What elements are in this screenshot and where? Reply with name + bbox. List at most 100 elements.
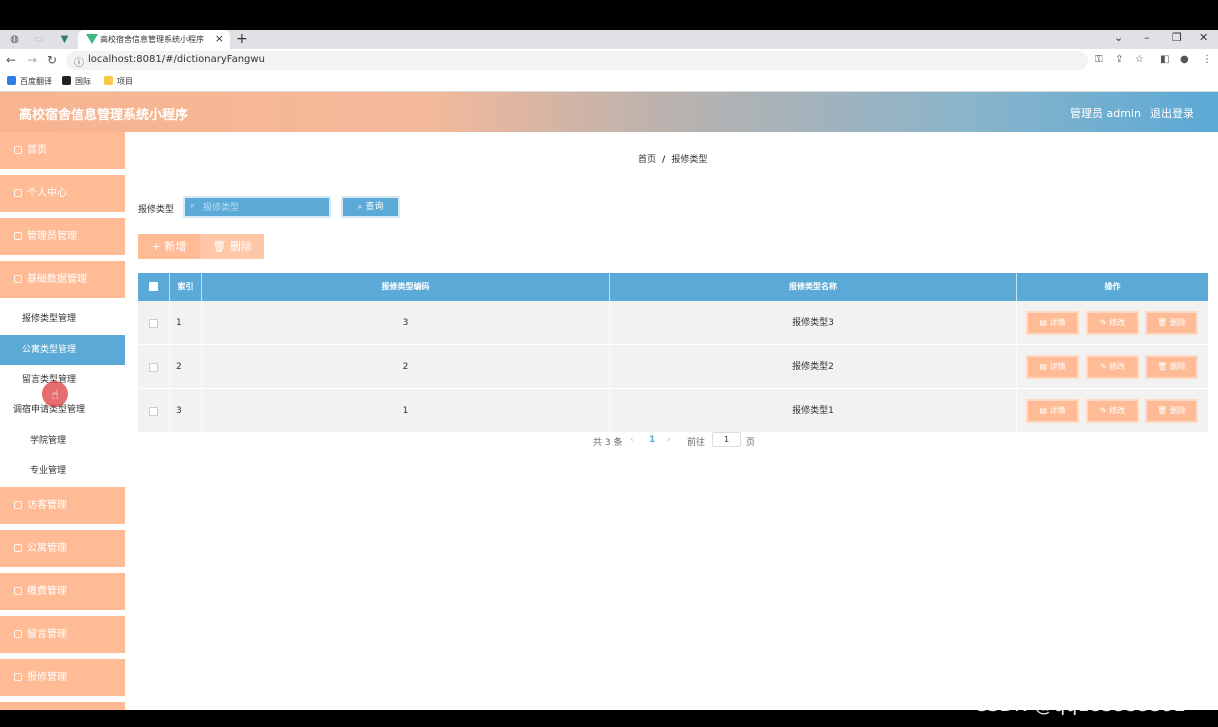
sidebar-item-major[interactable]: 专业管理: [0, 456, 125, 486]
col-code: 报修类型编码: [202, 273, 610, 301]
home-icon: [14, 146, 22, 154]
cell-index: 1: [170, 301, 202, 345]
tab-bar: ◍ ▭ ▼ 高校宿舍信息管理系统小程序 × + ⌄ – ❐ ✕: [0, 30, 1218, 49]
delete-button[interactable]: 🗑 删除: [1145, 399, 1198, 423]
detail-button[interactable]: ▤ 详情: [1026, 311, 1079, 335]
delete-button[interactable]: 🗑 删除: [1145, 311, 1198, 335]
search-field[interactable]: ⌕: [183, 196, 331, 218]
admin-icon: [14, 232, 22, 240]
menu-more[interactable]: [0, 702, 125, 710]
row-checkbox[interactable]: [149, 319, 158, 328]
hand-cursor-icon: ☝: [51, 388, 59, 403]
cell-index: 2: [170, 345, 202, 389]
bulk-delete-button[interactable]: 🗑 删除: [200, 234, 264, 259]
detail-button[interactable]: ▤ 详情: [1026, 355, 1079, 379]
logout-link[interactable]: 退出登录: [1150, 105, 1194, 121]
folder-icon: [104, 76, 113, 85]
sidebar-item-repair-type[interactable]: 报修类型管理: [0, 304, 125, 334]
row-checkbox[interactable]: [149, 407, 158, 416]
key-icon[interactable]: ⚿: [1095, 54, 1103, 65]
trash-icon: 🗑: [212, 240, 230, 253]
menu-icon[interactable]: ⋮: [1202, 54, 1212, 65]
menu-apartment[interactable]: 公寓管理: [0, 530, 125, 567]
profile-icon[interactable]: ●: [1180, 54, 1189, 65]
blank-tab-icon[interactable]: ▭: [32, 33, 45, 46]
menu-profile[interactable]: 个人中心: [0, 175, 125, 212]
reload-icon[interactable]: ↻: [47, 53, 57, 67]
menu-visitor[interactable]: 访客管理: [0, 487, 125, 524]
bookmark-item[interactable]: 项目: [104, 76, 133, 87]
breadcrumb: 首页 / 报修类型: [638, 152, 707, 165]
forward-icon[interactable]: →: [27, 53, 37, 67]
detail-button[interactable]: ▤ 详情: [1026, 399, 1079, 423]
message-icon: [14, 630, 22, 638]
cell-code: 1: [202, 389, 610, 433]
search-button[interactable]: ⌕ 查询: [341, 196, 400, 218]
menu-message[interactable]: 留言管理: [0, 616, 125, 653]
minimize-icon[interactable]: –: [1144, 31, 1150, 44]
vue-tab-icon[interactable]: ▼: [58, 33, 71, 46]
prev-page-icon[interactable]: ‹: [630, 435, 634, 445]
pagination-total: 共 3 条: [593, 438, 623, 448]
menu-home[interactable]: 首页: [0, 132, 125, 169]
breadcrumb-current: 报修类型: [671, 155, 708, 165]
close-tab-icon[interactable]: ×: [215, 32, 224, 45]
cell-actions: ▤ 详情 ✎ 修改 🗑 删除: [1017, 389, 1208, 433]
edit-button[interactable]: ✎ 修改: [1086, 311, 1139, 335]
sidebar-item-college[interactable]: 学院管理: [0, 426, 125, 456]
bookmark-item[interactable]: 百度翻译: [7, 76, 52, 87]
col-name: 报修类型名称: [610, 273, 1017, 301]
info-icon[interactable]: ⓘ: [74, 54, 84, 69]
bookmarks-bar: 百度翻译 国际 项目: [0, 72, 1218, 92]
col-index: 索引: [170, 273, 202, 301]
new-tab-icon[interactable]: +: [236, 31, 248, 47]
data-icon: [14, 275, 22, 283]
sidebar-item-apartment-type[interactable]: 公寓类型管理: [0, 335, 125, 365]
search-input[interactable]: [203, 200, 323, 215]
edit-button[interactable]: ✎ 修改: [1086, 355, 1139, 379]
active-tab[interactable]: 高校宿舍信息管理系统小程序 ×: [78, 30, 230, 49]
pagination: 共 3 条 ‹ 1 › 前往 1 页: [593, 432, 763, 448]
restore-icon[interactable]: ❐: [1172, 31, 1182, 44]
watermark: CSDN @qq183535392: [974, 694, 1187, 716]
share-icon[interactable]: ⇪: [1115, 54, 1123, 65]
edit-button[interactable]: ✎ 修改: [1086, 399, 1139, 423]
document-icon: ▤: [1039, 362, 1050, 371]
globe-icon[interactable]: ◍: [8, 33, 21, 46]
add-button[interactable]: + 新增: [138, 234, 200, 259]
breadcrumb-separator: /: [662, 155, 666, 165]
tab-title: 高校宿舍信息管理系统小程序: [100, 35, 204, 44]
trash-icon: 🗑: [1157, 406, 1170, 415]
close-window-icon[interactable]: ✕: [1199, 31, 1208, 44]
url-box[interactable]: ⓘ localhost:8081/#/dictionaryFangwu: [66, 51, 1088, 70]
browser-chrome: ◍ ▭ ▼ 高校宿舍信息管理系统小程序 × + ⌄ – ❐ ✕ ← → ↻ ⓘ …: [0, 30, 1218, 92]
menu-admin[interactable]: 管理员管理: [0, 218, 125, 255]
edit-icon: ✎: [1099, 406, 1110, 415]
menu-basic-data[interactable]: 基础数据管理: [0, 261, 125, 298]
select-all-checkbox[interactable]: [149, 282, 158, 291]
delete-button[interactable]: 🗑 删除: [1145, 355, 1198, 379]
back-icon[interactable]: ←: [6, 53, 16, 67]
chevron-down-icon[interactable]: ⌄: [1114, 31, 1123, 44]
bookmark-item[interactable]: 国际: [62, 76, 91, 87]
sidepanel-icon[interactable]: ◧: [1160, 54, 1169, 65]
cell-name: 报修类型1: [610, 389, 1017, 433]
table-row: 2 2 报修类型2 ▤ 详情 ✎ 修改 🗑 删除: [138, 345, 1208, 389]
repair-icon: [14, 673, 22, 681]
menu-payment[interactable]: 缴费管理: [0, 573, 125, 610]
page-number[interactable]: 1: [649, 435, 655, 445]
cell-actions: ▤ 详情 ✎ 修改 🗑 删除: [1017, 345, 1208, 389]
cell-actions: ▤ 详情 ✎ 修改 🗑 删除: [1017, 301, 1208, 345]
user-label: 管理员 admin: [1070, 107, 1141, 120]
row-checkbox[interactable]: [149, 363, 158, 372]
page-unit-label: 页: [746, 438, 756, 448]
goto-label: 前往: [687, 438, 706, 448]
payment-icon: [14, 587, 22, 595]
menu-repair[interactable]: 报修管理: [0, 659, 125, 696]
breadcrumb-home[interactable]: 首页: [638, 155, 656, 165]
star-icon[interactable]: ☆: [1135, 54, 1144, 65]
address-bar: ← → ↻ ⓘ localhost:8081/#/dictionaryFangw…: [0, 49, 1218, 72]
next-page-icon[interactable]: ›: [667, 435, 671, 445]
cell-index: 3: [170, 389, 202, 433]
goto-page-input[interactable]: 1: [712, 432, 741, 447]
